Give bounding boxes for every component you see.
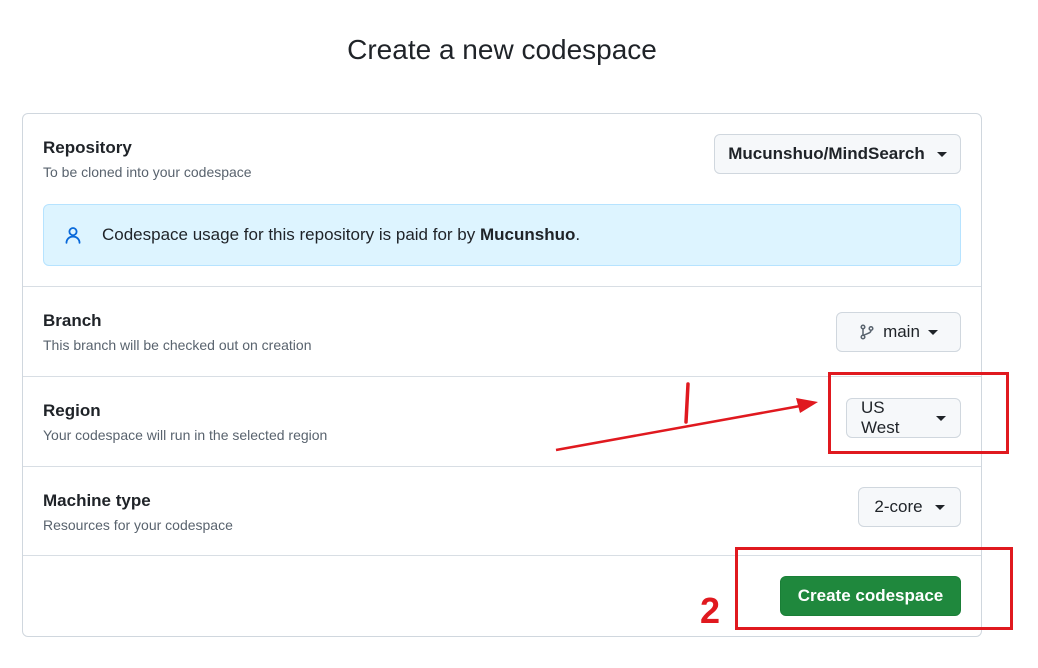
caret-down-icon xyxy=(927,329,938,335)
notice-owner: Mucunshuo xyxy=(479,225,576,244)
repository-label: Repository xyxy=(43,138,132,157)
branch-icon xyxy=(859,324,875,340)
machine-type-label: Machine type xyxy=(43,491,151,510)
repository-section: Repository To be cloned into your codesp… xyxy=(23,114,981,286)
caret-down-icon xyxy=(934,504,945,510)
annotation-step-2: 2 xyxy=(700,590,721,631)
person-icon xyxy=(64,226,82,244)
billing-notice: Codespace usage for this repository is p… xyxy=(43,204,961,266)
machine-type-select[interactable]: 2-core xyxy=(858,487,961,527)
region-label: Region xyxy=(43,401,101,420)
branch-label: Branch xyxy=(43,311,102,330)
machine-type-section: Machine type Resources for your codespac… xyxy=(23,467,981,555)
caret-down-icon xyxy=(936,151,947,157)
repository-select-value: Mucunshuo/MindSearch xyxy=(728,144,925,163)
branch-select[interactable]: main xyxy=(836,312,961,352)
branch-section: Branch This branch will be checked out o… xyxy=(23,287,981,376)
notice-text-before: Codespace usage for this repository is p… xyxy=(102,225,480,244)
region-description: Your codespace will run in the selected … xyxy=(43,427,328,443)
page-title: Create a new codespace xyxy=(347,34,657,65)
branch-select-value: main xyxy=(883,322,920,341)
page: Create a new codespace Repository To be … xyxy=(0,0,1038,668)
billing-notice-text: Codespace usage for this repository is p… xyxy=(102,225,580,245)
annotation-box-region xyxy=(828,372,1009,454)
annotation-box-create xyxy=(735,547,1013,630)
notice-text-after: . xyxy=(575,225,581,244)
repository-select[interactable]: Mucunshuo/MindSearch xyxy=(714,134,961,174)
repository-description: To be cloned into your codespace xyxy=(43,164,252,180)
branch-description: This branch will be checked out on creat… xyxy=(43,337,312,353)
machine-type-select-value: 2-core xyxy=(874,497,923,516)
machine-type-description: Resources for your codespace xyxy=(43,517,233,533)
